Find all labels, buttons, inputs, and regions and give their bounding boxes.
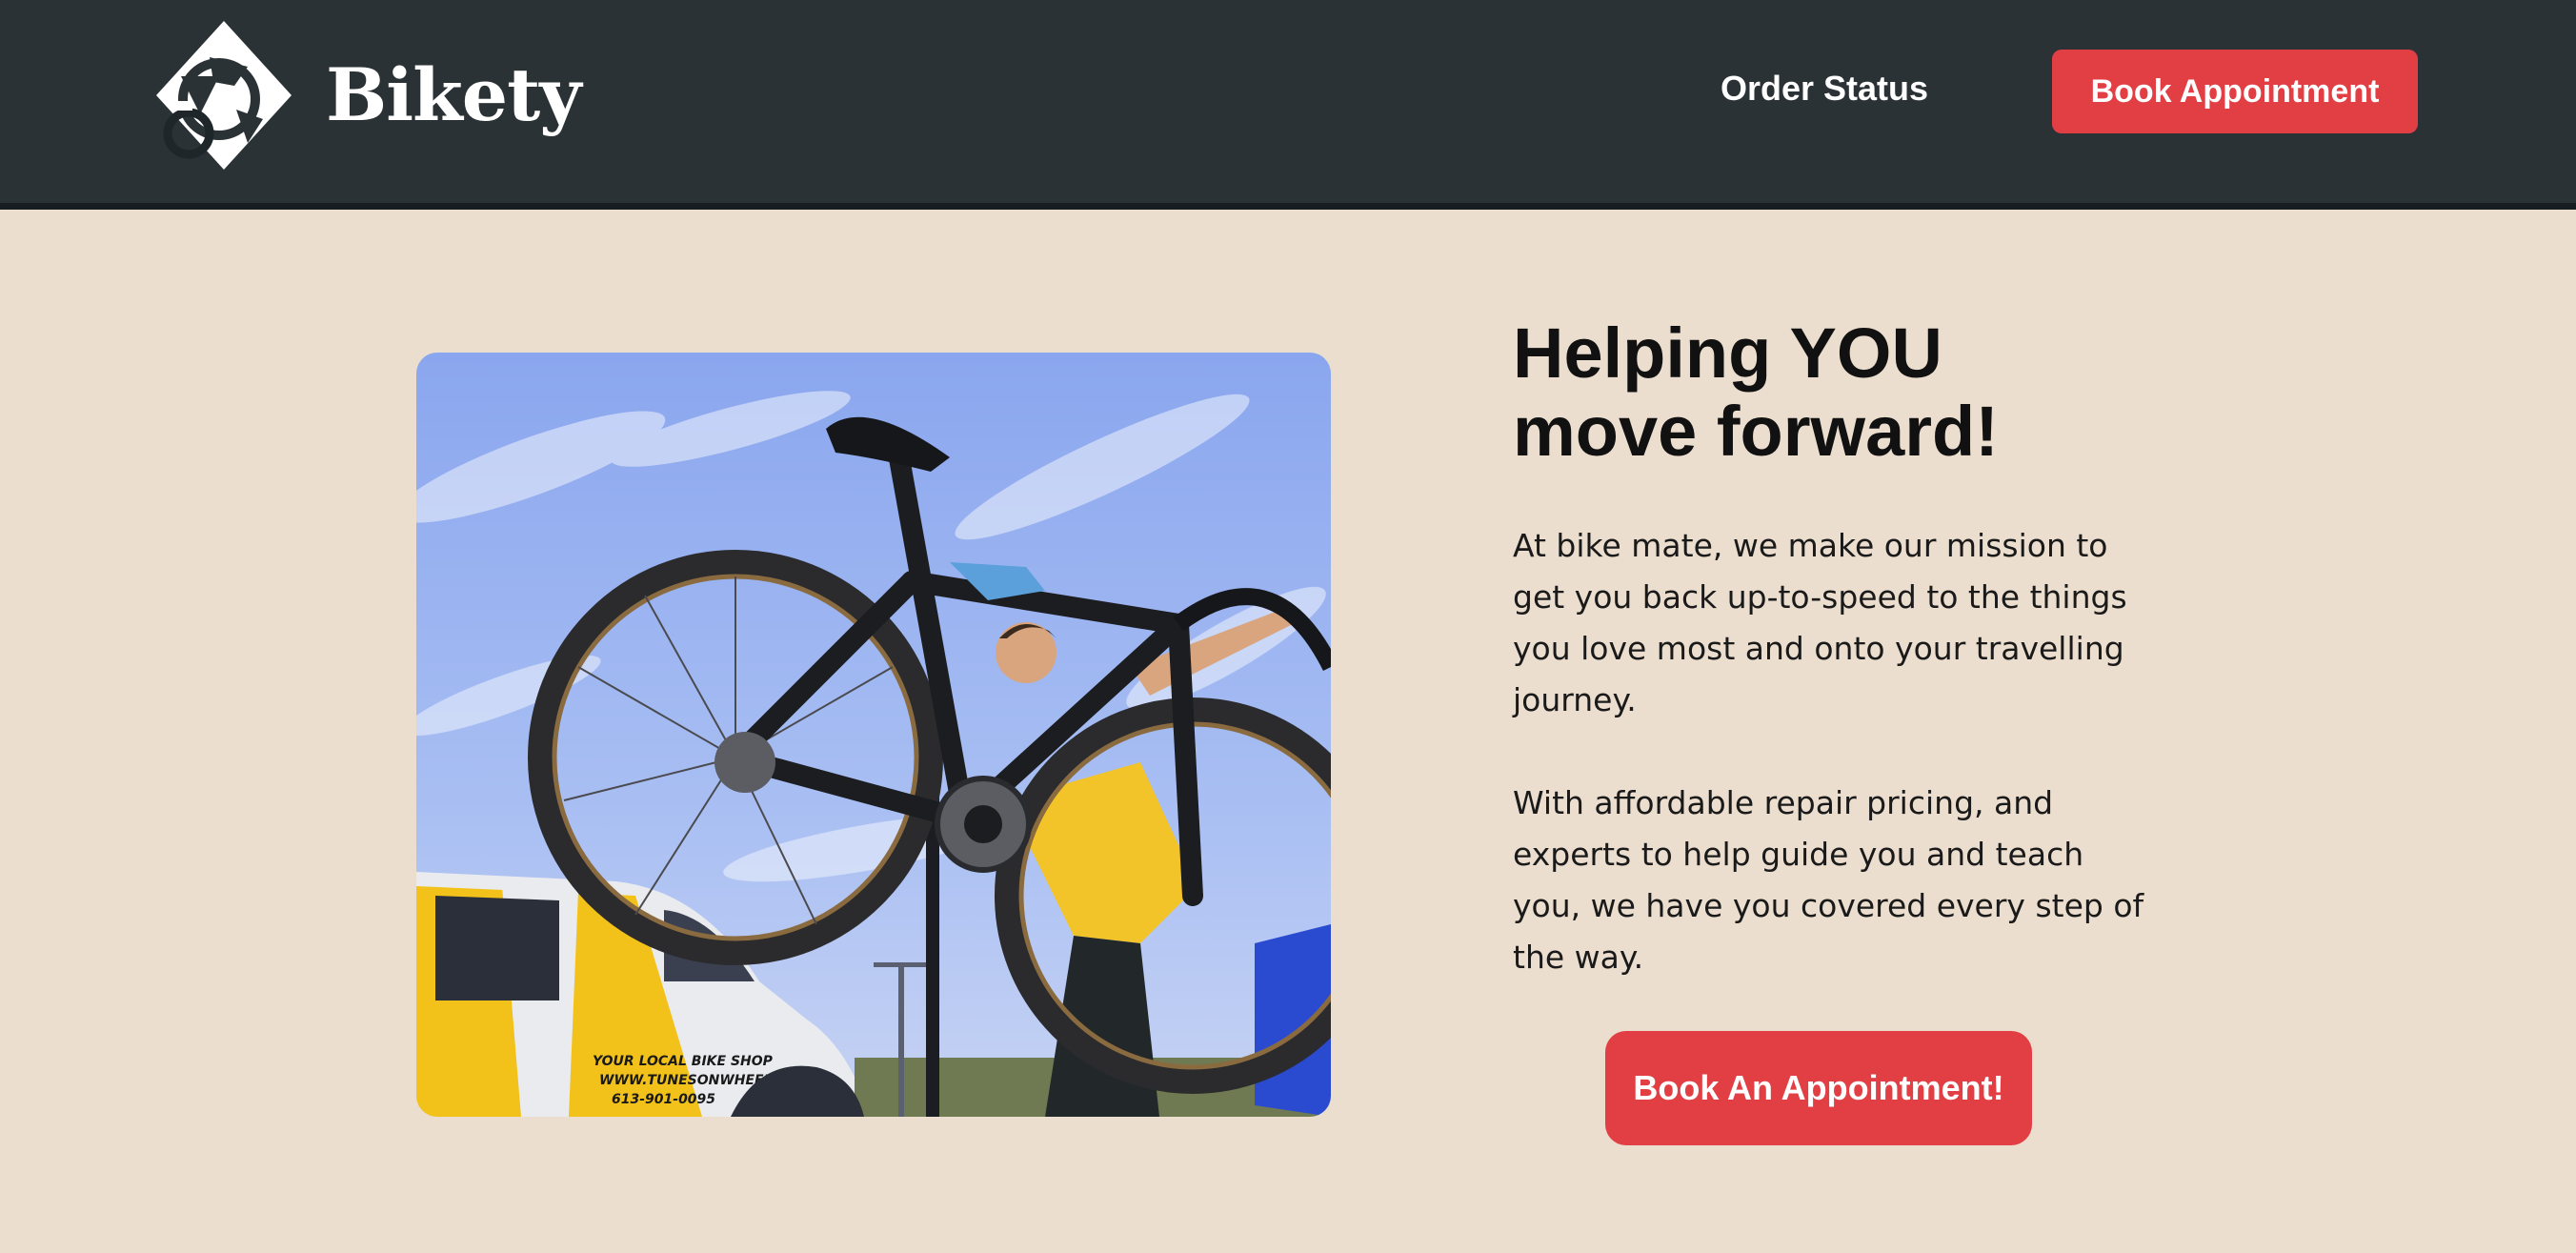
book-an-appointment-button[interactable]: Book An Appointment! [1605,1031,2032,1145]
pricing-line-4: the way. [1513,939,1644,976]
hero-title-line-2: move forward! [1513,392,1999,471]
pricing-line-3: you, we have you covered every step of [1513,887,2144,924]
site-header: Bikety Order Status Book Appointment [0,0,2576,210]
pricing-paragraph: With affordable repair pricing, and expe… [1513,778,2144,983]
pricing-line-1: With affordable repair pricing, and [1513,784,2054,821]
svg-text:YOUR LOCAL BIKE SHOP: YOUR LOCAL BIKE SHOP [593,1054,774,1069]
brand-name[interactable]: Bikety [326,43,581,148]
hero-bike-photo: YOUR LOCAL BIKE SHOP WWW.TUNESONWHEELS.C… [416,353,1331,1117]
hero-title: Helping YOU move forward! [1513,314,2180,471]
mission-line-2: get you back up-to-speed to the things [1513,578,2127,616]
nav-book-appointment-button[interactable]: Book Appointment [2052,50,2418,133]
mission-line-4: journey. [1513,681,1637,718]
bike-logo-icon[interactable] [152,19,295,172]
nav-order-status-link[interactable]: Order Status [1696,59,1953,118]
svg-text:613-901-0095: 613-901-0095 [612,1092,715,1107]
hero-title-line-1: Helping YOU [1513,313,1942,393]
mission-line-3: you love most and onto your travelling [1513,630,2124,667]
mission-line-1: At bike mate, we make our mission to [1513,527,2108,564]
mission-paragraph: At bike mate, we make our mission to get… [1513,520,2142,726]
pricing-line-2: experts to help guide you and teach [1513,836,2084,873]
